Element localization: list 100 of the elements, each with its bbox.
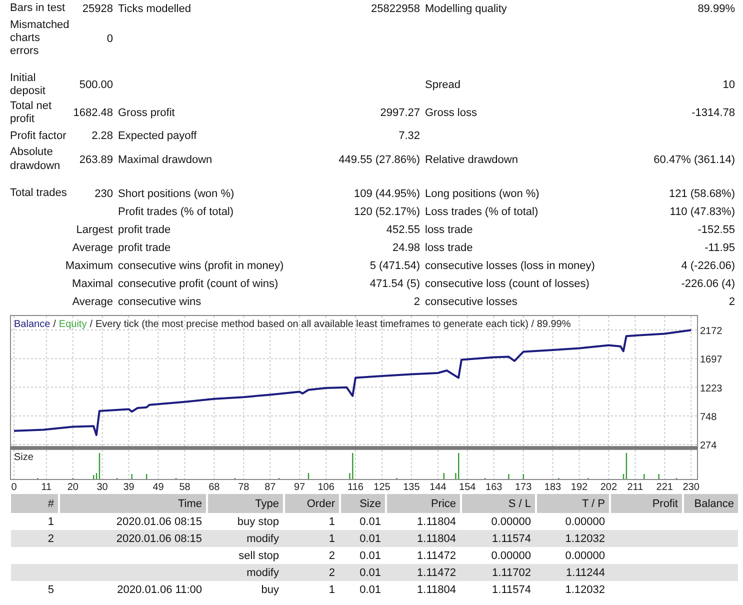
table-cell: 0.01 <box>340 530 386 547</box>
table-cell: 1.11702 <box>461 564 536 581</box>
column-header: Price <box>386 494 461 513</box>
stat-label: profit trade <box>117 242 172 254</box>
stat-label: Absolute drawdown <box>10 145 62 174</box>
stat-value: 25822958 <box>370 3 420 15</box>
column-header: Type <box>207 494 284 513</box>
x-axis-label: 58 <box>179 482 190 492</box>
stat-label: consecutive wins (profit in money) <box>117 260 285 272</box>
stat-value: -152.55 <box>696 224 735 236</box>
x-axis-label: 11 <box>41 482 52 492</box>
x-axis-label: 135 <box>403 482 420 492</box>
stat-label: Modelling quality <box>424 3 508 15</box>
x-axis-label: 0 <box>11 482 17 492</box>
stat-value: 230 <box>94 188 113 200</box>
stat-label: loss trade <box>424 242 474 254</box>
table-cell: buy stop <box>207 513 284 530</box>
stat-label: Gross loss <box>424 107 478 120</box>
stat-value: 471.54 (5) <box>368 278 420 290</box>
table-cell: 1.12032 <box>536 530 610 547</box>
table-cell: 2020.01.06 11:00 <box>59 581 207 598</box>
column-header: S / L <box>461 494 536 513</box>
stat-value: -11.95 <box>704 242 735 254</box>
stat-value: 449.55 (27.86%) <box>338 154 420 166</box>
table-cell: 0.01 <box>340 564 386 581</box>
table-cell: 2020.01.06 08:15 <box>59 530 207 547</box>
x-axis-label: 106 <box>318 482 334 492</box>
x-axis-label: 144 <box>430 482 446 492</box>
y-axis-label: 274 <box>700 440 717 452</box>
y-axis-label: 748 <box>700 412 717 423</box>
column-header: Size <box>340 494 386 513</box>
stat-value: 4 (-226.06) <box>680 260 735 272</box>
stat-value: 121 (58.68%) <box>668 188 735 200</box>
x-axis-label: 49 <box>152 482 164 492</box>
table-cell: 1.11574 <box>461 581 536 598</box>
table-cell: 1 <box>284 530 340 547</box>
stat-value: 109 (44.95%) <box>352 188 420 200</box>
table-cell: 0.00000 <box>536 547 610 564</box>
stat-label: Profit factor <box>10 128 68 144</box>
x-axis-label: 173 <box>514 482 532 492</box>
table-cell: 0.01 <box>340 581 386 598</box>
stat-value: 7.32 <box>398 130 420 142</box>
table-cell: 1.11804 <box>386 581 461 598</box>
stat-label: Short positions (won %) <box>117 188 236 200</box>
stat-label: Relative drawdown <box>424 154 519 166</box>
x-axis-label: 97 <box>294 482 306 492</box>
stat-label: Loss trades (% of total) <box>424 206 540 218</box>
x-axis-label: 154 <box>459 482 476 492</box>
stat-label: Gross profit <box>117 107 176 120</box>
table-cell: 1.11804 <box>386 530 461 547</box>
x-axis-label: 211 <box>627 482 644 492</box>
x-axis-label: 68 <box>208 482 220 492</box>
column-header: T / P <box>536 494 610 513</box>
table-cell: 0.00000 <box>536 513 610 530</box>
table-cell: 0.01 <box>340 547 386 564</box>
table-cell: buy <box>207 581 284 598</box>
stat-label: consecutive wins <box>117 296 202 308</box>
stat-value: 24.98 <box>391 242 420 254</box>
stat-value: 500.00 <box>78 78 113 91</box>
separator: / <box>53 319 56 330</box>
column-header: Balance <box>683 494 738 513</box>
stat-label: Maximal drawdown <box>117 154 214 166</box>
x-axis-label: 20 <box>67 482 78 492</box>
stat-label: consecutive loss (count of losses) <box>424 278 590 290</box>
y-axis-label: 1697 <box>700 354 722 366</box>
y-axis-label: 2172 <box>700 326 722 337</box>
table-cell: 2 <box>284 564 340 581</box>
stat-value: 2 <box>728 296 735 308</box>
stat-label: Average <box>71 296 113 308</box>
column-header: Order <box>284 494 340 513</box>
stat-value: 10 <box>722 78 735 91</box>
stat-value: -226.06 (4) <box>680 278 735 290</box>
stat-value: 0 <box>106 32 113 45</box>
stat-label: Initial deposit <box>10 70 46 99</box>
chart-title: Every tick (the most precise method based on all available least timeframes to generate each tick) / 89.99% <box>96 319 571 330</box>
table-cell: 1.11244 <box>536 564 610 581</box>
table-cell: sell stop <box>207 547 284 564</box>
stat-label: Average <box>71 242 113 254</box>
x-axis-label: 202 <box>600 482 618 492</box>
x-axis-label: 116 <box>348 482 364 492</box>
stat-value: 89.99% <box>696 3 735 15</box>
x-axis-label: 78 <box>238 482 250 492</box>
table-cell: 2020.01.06 08:15 <box>59 513 207 530</box>
stat-label: consecutive profit (count of wins) <box>117 278 280 290</box>
legend-label: Balance <box>14 319 50 330</box>
stat-value: 120 (52.17%) <box>352 206 420 218</box>
x-axis-label: 192 <box>570 482 588 492</box>
stat-value: -1314.78 <box>690 107 735 120</box>
stat-label: Mismatched charts errors <box>10 18 70 60</box>
legend-label: Equity <box>58 319 87 330</box>
stat-value: 110 (47.83%) <box>668 206 735 218</box>
stat-label: Largest <box>75 224 113 236</box>
table-cell: 1 <box>11 513 59 530</box>
table-cell: 1.11472 <box>386 547 461 564</box>
stat-label: loss trade <box>424 224 474 236</box>
column-header: # <box>11 494 59 513</box>
table-cell: modify <box>207 564 284 581</box>
stat-label: Long positions (won %) <box>424 188 540 200</box>
x-axis-label: 87 <box>264 482 276 492</box>
stat-value: 452.55 <box>385 224 420 236</box>
